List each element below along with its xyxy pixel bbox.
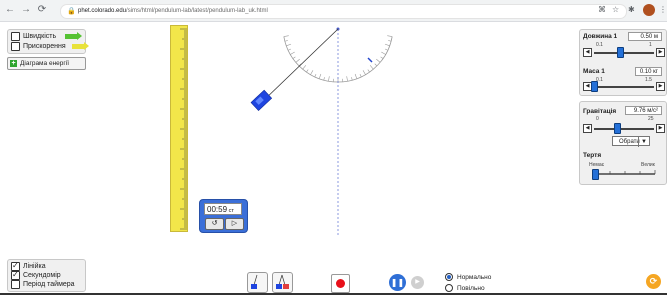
mass-max-label: 1.5 [645, 77, 652, 83]
double-pendulum-button[interactable] [272, 272, 293, 293]
mass-value: 0.10 кг [635, 67, 662, 76]
phet-menu-logo[interactable]: ⟳ [646, 274, 661, 289]
stopwatch-checkbox[interactable] [11, 271, 20, 280]
mass-slider-track[interactable] [594, 86, 654, 88]
record-button[interactable] [331, 274, 350, 293]
planet-select-label: Обрати [619, 139, 640, 145]
pendulum-string [261, 28, 339, 103]
period-timer-toggle-label: Період таймера [23, 281, 75, 288]
gravity-increase-button[interactable]: ▶ [656, 124, 665, 133]
stopwatch[interactable]: 00:59 ст ↺ ▷ [199, 199, 248, 233]
period-timer-checkbox[interactable] [11, 280, 20, 289]
bottom-divider [0, 293, 667, 295]
friction-slider-thumb[interactable] [592, 169, 599, 180]
friction-slider-track[interactable] [592, 168, 658, 178]
step-forward-icon: ▶ [415, 279, 420, 285]
double-pendulum-icon [276, 274, 289, 289]
length-max-label: 1 [649, 42, 652, 48]
length-value: 0.50 м [628, 32, 662, 41]
step-forward-button[interactable]: ▶ [411, 276, 424, 289]
speed-slow-option[interactable]: Повільно [445, 284, 485, 292]
mass-increase-button[interactable]: ▶ [656, 82, 665, 91]
speed-normal-radio[interactable] [445, 273, 453, 281]
single-pendulum-button[interactable] [247, 272, 268, 293]
speed-slow-label: Повільно [457, 284, 485, 292]
stopwatch-start-button[interactable]: ▷ [225, 218, 244, 230]
ruler-ticks [180, 28, 187, 230]
pendulum-scene [250, 27, 393, 235]
stopwatch-unit: ст [228, 208, 234, 214]
friction-title: Тертя [583, 152, 602, 159]
length-slider-thumb[interactable] [617, 47, 625, 58]
gravity-decrease-button[interactable]: ◀ [583, 124, 592, 133]
chevron-down-icon: ▼ [638, 137, 649, 147]
length-title: Довжина 1 [583, 33, 618, 40]
gravity-slider-track[interactable] [594, 128, 654, 130]
gravity-value: 9.76 м/с² [625, 106, 662, 115]
mass-title: Маса 1 [583, 68, 605, 75]
pause-icon: ❚❚ [390, 278, 405, 287]
angle-marker [367, 57, 373, 63]
stopwatch-display: 00:59 ст [204, 203, 242, 215]
single-pendulum-icon [251, 274, 258, 289]
period-timer-toggle-row[interactable]: Період таймера [11, 280, 75, 289]
speed-slow-radio[interactable] [445, 284, 453, 292]
stopwatch-time: 00:59 [207, 205, 228, 214]
length-increase-button[interactable]: ▶ [656, 48, 665, 57]
record-icon [336, 279, 345, 288]
stopwatch-reset-button[interactable]: ↺ [205, 218, 224, 230]
stopwatch-toggle-row[interactable]: Секундомір [11, 271, 61, 280]
ruler-toggle-label: Лінійка [23, 263, 46, 270]
mass-slider-thumb[interactable] [591, 81, 598, 92]
gravity-title: Гравітація [583, 108, 617, 115]
speed-normal-option[interactable]: Нормально [445, 273, 491, 281]
gravity-min-label: 0 [596, 116, 599, 122]
ruler[interactable] [170, 25, 188, 232]
length-decrease-button[interactable]: ◀ [583, 48, 592, 57]
gravity-slider-thumb[interactable] [614, 123, 622, 134]
length-min-label: 0.1 [596, 42, 603, 48]
speed-normal-label: Нормально [457, 273, 492, 281]
pause-button[interactable]: ❚❚ [389, 274, 406, 291]
tools-panel: Лінійка Секундомір Період таймера [7, 259, 86, 292]
planet-select[interactable]: Обрати ▼ [612, 136, 650, 147]
gravity-max-label: 25 [648, 116, 654, 122]
stopwatch-toggle-label: Секундомір [23, 272, 61, 279]
